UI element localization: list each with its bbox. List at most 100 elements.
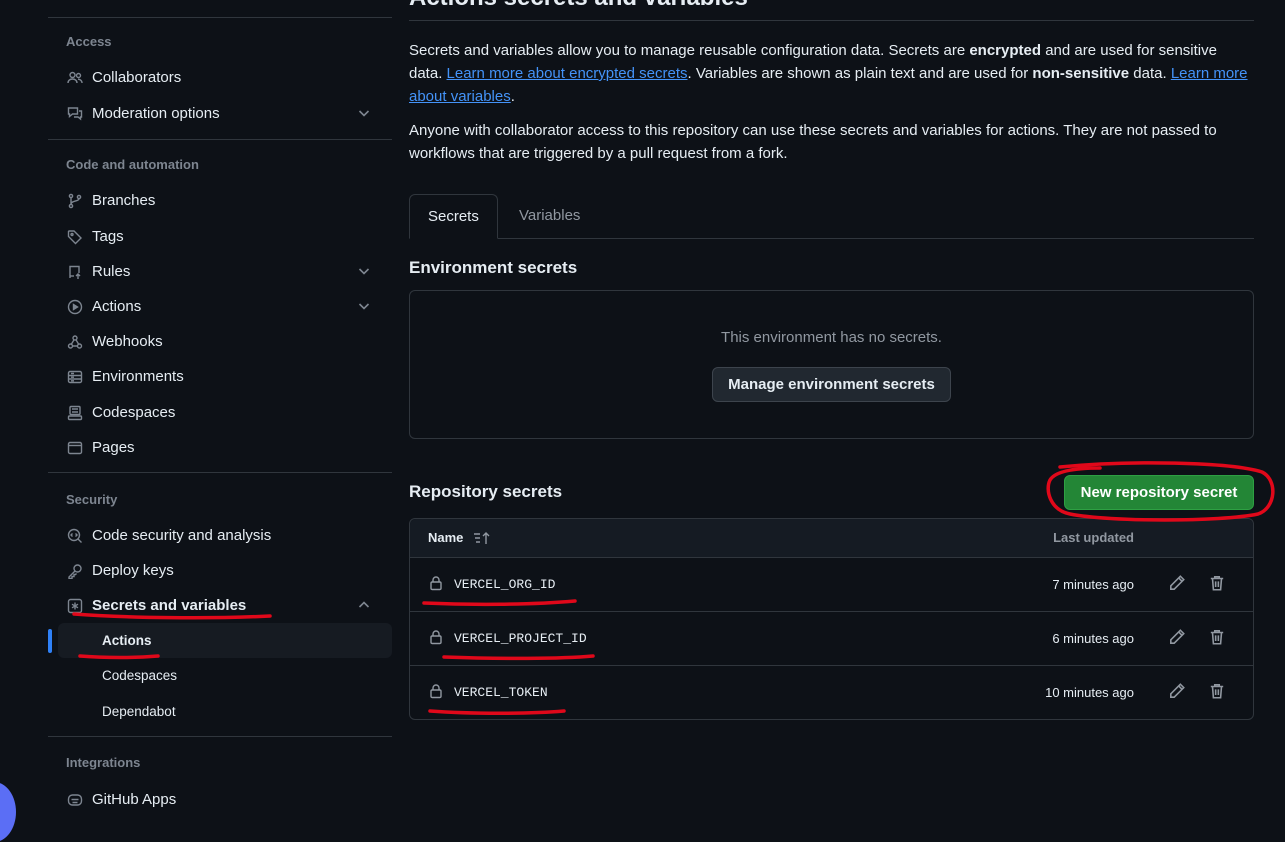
sidebar-subitem-label: Actions	[102, 633, 152, 648]
tab-variables[interactable]: Variables	[501, 194, 598, 238]
sidebar-item-label: Actions	[92, 298, 142, 315]
text: .	[510, 88, 515, 105]
git-branch-icon	[66, 192, 84, 210]
sidebar-item-collaborators[interactable]: Collaborators	[48, 60, 392, 95]
key-icon	[66, 562, 84, 580]
text: encrypted	[969, 42, 1042, 59]
intro-paragraph: Secrets and variables allow you to manag…	[409, 39, 1254, 108]
sidebar-item-webhooks[interactable]: Webhooks	[48, 324, 392, 359]
manage-environment-secrets-button[interactable]: Manage environment secrets	[712, 367, 951, 402]
sidebar-item-branches[interactable]: Branches	[48, 183, 392, 218]
sidebar-item-secrets-and-variables[interactable]: Secrets and variables	[48, 588, 392, 623]
pencil-icon[interactable]	[1168, 682, 1186, 700]
sidebar-item-code-security[interactable]: Code security and analysis	[48, 518, 392, 553]
sidebar-item-label: Pages	[92, 439, 135, 456]
sidebar-subitem-actions[interactable]: Actions	[48, 623, 392, 658]
sidebar-subitem-dependabot[interactable]: Dependabot	[58, 694, 392, 729]
sort-ascending-icon[interactable]	[473, 530, 493, 546]
sidebar-item-label: Secrets and variables	[92, 597, 247, 614]
section-header-integrations: Integrations	[66, 755, 141, 770]
divider	[48, 472, 392, 473]
sidebar-item-deploy-keys[interactable]: Deploy keys	[48, 553, 392, 588]
table-row: VERCEL_ORG_ID 7 minutes ago	[410, 558, 1253, 612]
active-indicator	[48, 629, 52, 653]
trash-icon[interactable]	[1208, 574, 1226, 592]
pencil-icon[interactable]	[1168, 628, 1186, 646]
sidebar-item-label: Environments	[92, 368, 184, 385]
tab-secrets[interactable]: Secrets	[409, 194, 498, 239]
secret-updated: 10 minutes ago	[1045, 685, 1134, 700]
divider	[48, 139, 392, 140]
sidebar-item-pages[interactable]: Pages	[48, 430, 392, 465]
sidebar-item-label: GitHub Apps	[92, 791, 177, 808]
sidebar-item-label: Deploy keys	[92, 562, 174, 579]
secret-name: VERCEL_ORG_ID	[454, 577, 556, 592]
repo-push-icon	[66, 263, 84, 281]
text: Secrets and variables allow you to manag…	[409, 42, 970, 59]
lock-icon	[428, 683, 444, 699]
environment-secrets-heading: Environment secrets	[409, 258, 578, 277]
lock-icon	[428, 629, 444, 645]
sidebar-item-label: Collaborators	[92, 69, 182, 86]
page-title: Actions secrets and variables	[409, 0, 748, 12]
secret-name: VERCEL_TOKEN	[454, 685, 548, 700]
sidebar-item-label: Rules	[92, 263, 131, 280]
text: data.	[1129, 65, 1171, 82]
empty-state-message: This environment has no secrets.	[721, 329, 942, 346]
sidebar-item-label: Code security and analysis	[92, 527, 272, 544]
sidebar-item-label: Tags	[92, 228, 124, 245]
column-header-last-updated: Last updated	[1053, 530, 1134, 545]
secret-updated: 7 minutes ago	[1052, 577, 1134, 592]
asterisk-icon	[66, 597, 84, 615]
codescan-icon	[66, 527, 84, 545]
browser-icon	[66, 439, 84, 457]
repository-secrets-table: Name Last updated VERCEL_ORG_ID 7 minute…	[409, 518, 1254, 720]
sidebar-item-label: Codespaces	[92, 404, 176, 421]
sidebar-item-moderation-options[interactable]: Moderation options	[48, 96, 392, 131]
sidebar-item-label: Branches	[92, 192, 156, 209]
learn-more-secrets-link[interactable]: Learn more about encrypted secrets	[447, 65, 688, 82]
sidebar-item-codespaces[interactable]: Codespaces	[48, 395, 392, 430]
chevron-down-icon	[356, 105, 372, 121]
secret-updated: 6 minutes ago	[1052, 631, 1134, 646]
server-icon	[66, 368, 84, 386]
sidebar-item-label: Webhooks	[92, 333, 163, 350]
sidebar-subitem-label: Dependabot	[102, 704, 176, 719]
divider	[48, 736, 392, 737]
access-note-paragraph: Anyone with collaborator access to this …	[409, 122, 1217, 162]
webhook-icon	[66, 333, 84, 351]
sidebar-item-label: Moderation options	[92, 105, 220, 122]
play-icon	[66, 298, 84, 316]
sidebar-subitem-label: Codespaces	[102, 668, 178, 683]
codespaces-icon	[66, 404, 84, 422]
comment-discussion-icon	[66, 105, 84, 123]
divider	[409, 20, 1254, 21]
trash-icon[interactable]	[1208, 682, 1226, 700]
text: non-sensitive	[1032, 65, 1130, 82]
floating-avatar-blob	[0, 782, 16, 842]
sidebar-item-tags[interactable]: Tags	[48, 219, 392, 254]
table-row: VERCEL_TOKEN 10 minutes ago	[410, 666, 1253, 719]
text: . Variables are shown as plain text and …	[687, 65, 1033, 82]
sidebar-item-environments[interactable]: Environments	[48, 359, 392, 394]
column-header-name[interactable]: Name	[428, 530, 463, 545]
table-row: VERCEL_PROJECT_ID 6 minutes ago	[410, 612, 1253, 666]
section-header-access: Access	[66, 34, 112, 49]
section-header-code-automation: Code and automation	[66, 157, 199, 172]
pencil-icon[interactable]	[1168, 574, 1186, 592]
settings-sidebar: Access Collaborators Moderation options …	[48, 0, 392, 827]
sidebar-item-rules[interactable]: Rules	[48, 254, 392, 289]
sidebar-item-github-apps[interactable]: GitHub Apps	[48, 782, 392, 817]
lock-icon	[428, 575, 444, 591]
tab-bar: Secrets Variables	[409, 194, 1254, 239]
repository-secrets-heading: Repository secrets	[409, 482, 563, 501]
sidebar-item-actions[interactable]: Actions	[48, 289, 392, 324]
trash-icon[interactable]	[1208, 628, 1226, 646]
section-header-security: Security	[66, 492, 118, 507]
sidebar-subitem-codespaces[interactable]: Codespaces	[58, 658, 392, 693]
tag-icon	[66, 228, 84, 246]
table-header: Name Last updated	[410, 519, 1253, 558]
chevron-up-icon	[356, 597, 372, 613]
hubot-icon	[66, 791, 84, 809]
new-repository-secret-button[interactable]: New repository secret	[1064, 475, 1254, 510]
